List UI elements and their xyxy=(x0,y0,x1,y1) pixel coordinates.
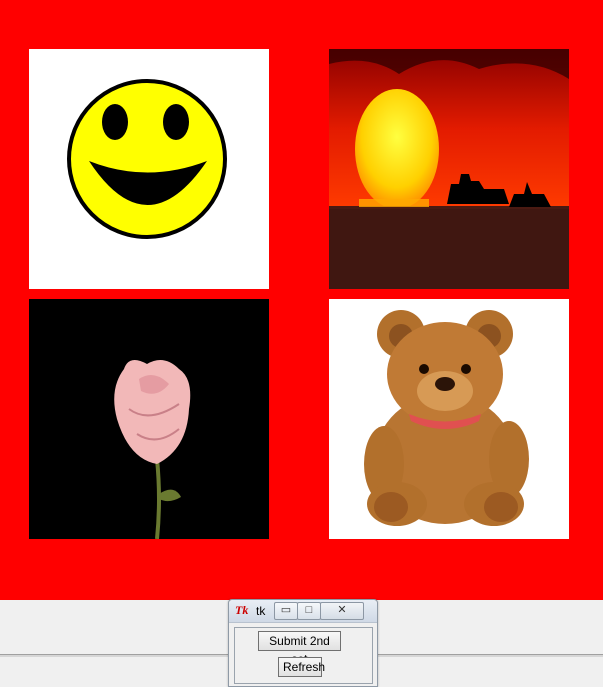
teddy-bear-image xyxy=(329,299,569,539)
tk-logo-icon: Tk xyxy=(235,603,249,617)
refresh-button[interactable]: Refresh xyxy=(278,657,325,677)
sunset-sea-image xyxy=(329,49,569,289)
window-body: Submit 2nd set Refresh xyxy=(234,627,373,684)
pink-rose-image xyxy=(29,299,269,539)
image-tile-sunset[interactable] xyxy=(329,49,569,289)
close-button[interactable]: ✕ xyxy=(320,602,364,620)
image-tile-teddy-bear[interactable] xyxy=(329,299,569,539)
window-title: tk xyxy=(256,604,266,618)
tk-control-window: Tk tk ▭ □ ✕ Submit 2nd set Refresh xyxy=(228,599,378,687)
window-titlebar[interactable]: Tk tk ▭ □ ✕ xyxy=(229,600,377,623)
maximize-button[interactable]: □ xyxy=(297,602,321,620)
image-grid-canvas xyxy=(0,0,603,600)
image-tile-rose[interactable] xyxy=(29,299,269,539)
close-icon: ✕ xyxy=(337,604,347,616)
maximize-icon: □ xyxy=(305,604,313,616)
minimize-button[interactable]: ▭ xyxy=(274,602,298,620)
submit-2nd-set-button[interactable]: Submit 2nd set xyxy=(258,631,341,666)
smiley-face-image xyxy=(29,49,269,289)
image-tile-smiley[interactable] xyxy=(29,49,269,289)
minimize-icon: ▭ xyxy=(280,604,292,616)
